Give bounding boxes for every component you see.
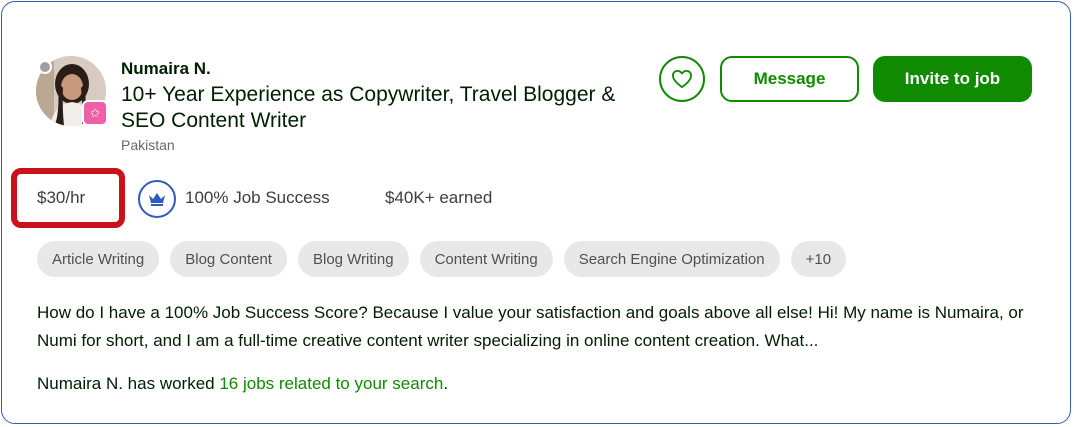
save-freelancer-button[interactable]	[659, 56, 705, 102]
freelancer-card[interactable]: ✩ Numaira N. 10+ Year Experience as Copy…	[1, 1, 1071, 424]
skill-chip[interactable]: Search Engine Optimization	[563, 241, 780, 277]
skill-chip[interactable]: Blog Writing	[297, 241, 409, 277]
jobs-worked-line: Numaira N. has worked 16 jobs related to…	[37, 374, 448, 394]
star-badge-icon: ✩	[82, 100, 108, 126]
message-button[interactable]: Message	[720, 56, 859, 102]
heart-icon	[672, 69, 692, 89]
freelancer-title[interactable]: 10+ Year Experience as Copywriter, Trave…	[121, 82, 661, 134]
freelancer-description: How do I have a 100% Job Success Score? …	[37, 303, 1024, 350]
avatar[interactable]: ✩	[36, 56, 108, 126]
freelancer-country: Pakistan	[121, 137, 175, 153]
more-skills-chip[interactable]: +10	[790, 241, 847, 277]
jobs-worked-suffix: .	[443, 374, 449, 393]
jobs-worked-prefix: Numaira N. has worked	[37, 374, 220, 393]
rate-highlight-box	[11, 168, 125, 228]
skill-chip[interactable]: Content Writing	[419, 241, 553, 277]
skill-chip[interactable]: Blog Content	[170, 241, 287, 277]
skill-chip[interactable]: Article Writing	[37, 241, 160, 277]
freelancer-name[interactable]: Numaira N.	[121, 59, 211, 79]
skills-list: Article Writing Blog Content Blog Writin…	[37, 241, 847, 277]
job-success-score: 100% Job Success	[185, 188, 330, 207]
invite-to-job-button[interactable]: Invite to job	[873, 56, 1032, 102]
total-earned: $40K+ earned	[385, 188, 493, 207]
related-jobs-link[interactable]: 16 jobs related to your search	[219, 374, 443, 393]
crown-icon	[138, 180, 176, 218]
offline-status-dot	[38, 60, 52, 74]
